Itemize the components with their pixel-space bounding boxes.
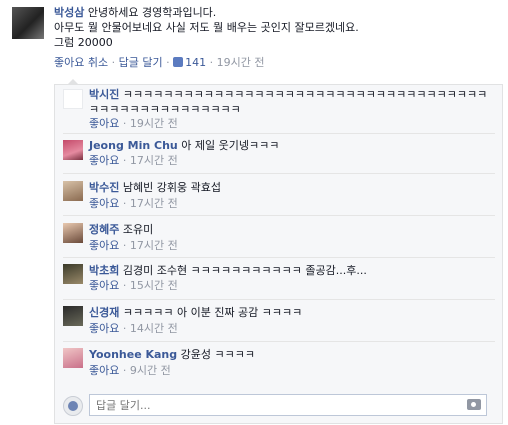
comment-body: ㅋㅋㅋㅋㅋㅋㅋㅋㅋㅋㅋㅋㅋㅋㅋㅋㅋㅋㅋㅋㅋㅋㅋㅋㅋㅋㅋㅋㅋㅋㅋㅋㅋㅋㅋㅋㅋㅋㅋㅋ… bbox=[89, 88, 488, 116]
comment-text: 박초희 김경미 조수현 ㅋㅋㅋㅋㅋㅋㅋㅋㅋㅋㅋ 졸공감...후... bbox=[89, 263, 491, 278]
separator: · bbox=[119, 364, 130, 377]
comment-meta: 좋아요 · 17시간 전 bbox=[89, 239, 178, 253]
comment-time[interactable]: 19시간 전 bbox=[130, 117, 178, 130]
comment-time[interactable]: 17시간 전 bbox=[130, 197, 178, 210]
comment-body: 남혜빈 강휘웅 곽효섭 bbox=[119, 181, 221, 194]
separator: · bbox=[119, 117, 130, 130]
commenter-name[interactable]: 박시진 bbox=[89, 88, 119, 101]
commenter-name[interactable]: 박수진 bbox=[89, 181, 119, 194]
comment-like-link[interactable]: 좋아요 bbox=[89, 197, 119, 210]
post-text-line1: 박성삼 안녕하세요 경영학과입니다. bbox=[54, 5, 504, 20]
separator: · bbox=[119, 239, 130, 252]
post-author-avatar[interactable] bbox=[12, 7, 44, 39]
comment-time[interactable]: 17시간 전 bbox=[130, 154, 178, 167]
post-actions: 좋아요 취소 · 답글 달기 · 141 · 19시간 전 bbox=[54, 56, 504, 70]
comment-like-link[interactable]: 좋아요 bbox=[89, 364, 119, 377]
comment: 박초희 김경미 조수현 ㅋㅋㅋㅋㅋㅋㅋㅋㅋㅋㅋ 졸공감...후... 좋아요 ·… bbox=[63, 257, 495, 296]
commenter-avatar[interactable] bbox=[63, 89, 83, 109]
commenter-avatar[interactable] bbox=[63, 306, 83, 326]
comment-meta: 좋아요 · 14시간 전 bbox=[89, 322, 178, 336]
commenter-name[interactable]: 박초희 bbox=[89, 264, 119, 277]
comment-body: 강윤성 ㅋㅋㅋㅋ bbox=[177, 348, 255, 361]
separator: · bbox=[119, 154, 130, 167]
comment-like-link[interactable]: 좋아요 bbox=[89, 279, 119, 292]
post-text: 안녕하세요 경영학과입니다. bbox=[84, 6, 217, 19]
separator: · bbox=[108, 56, 119, 69]
camera-icon[interactable] bbox=[467, 399, 481, 410]
commenter-name[interactable]: Jeong Min Chu bbox=[89, 139, 178, 152]
commenter-avatar[interactable] bbox=[63, 181, 83, 201]
separator: · bbox=[119, 279, 130, 292]
comment-like-link[interactable]: 좋아요 bbox=[89, 322, 119, 335]
comment-meta: 좋아요 · 9시간 전 bbox=[89, 364, 171, 378]
comment-like-link[interactable]: 좋아요 bbox=[89, 239, 119, 252]
comment-time[interactable]: 14시간 전 bbox=[130, 322, 178, 335]
comments-panel: 박시진 ㅋㅋㅋㅋㅋㅋㅋㅋㅋㅋㅋㅋㅋㅋㅋㅋㅋㅋㅋㅋㅋㅋㅋㅋㅋㅋㅋㅋㅋㅋㅋㅋㅋㅋㅋㅋ… bbox=[54, 79, 503, 424]
comment-body: 아 제일 웃기넹ㅋㅋㅋ bbox=[177, 139, 280, 152]
post-body: 박성삼 안녕하세요 경영학과입니다. 아무도 뭘 안물어보네요 사실 저도 뭘 … bbox=[54, 5, 504, 70]
comment: 신경재 ㅋㅋㅋㅋㅋ 아 이분 진짜 공감 ㅋㅋㅋㅋ 좋아요 · 14시간 전 bbox=[63, 299, 495, 340]
comment-text: 박시진 ㅋㅋㅋㅋㅋㅋㅋㅋㅋㅋㅋㅋㅋㅋㅋㅋㅋㅋㅋㅋㅋㅋㅋㅋㅋㅋㅋㅋㅋㅋㅋㅋㅋㅋㅋㅋ… bbox=[89, 87, 491, 117]
comment-meta: 좋아요 · 17시간 전 bbox=[89, 154, 178, 168]
commenter-avatar[interactable] bbox=[63, 140, 83, 160]
comment-body: 김경미 조수현 ㅋㅋㅋㅋㅋㅋㅋㅋㅋㅋㅋ 졸공감...후... bbox=[119, 264, 367, 277]
comment: 정혜주 조유미 좋아요 · 17시간 전 bbox=[63, 215, 495, 256]
post-text-line2: 아무도 뭘 안물어보네요 사실 저도 뭘 배우는 곳인지 잘모르겠네요. bbox=[54, 21, 359, 34]
commenter-name[interactable]: Yoonhee Kang bbox=[89, 348, 177, 361]
separator: · bbox=[206, 56, 217, 69]
unlike-link[interactable]: 좋아요 취소 bbox=[54, 56, 108, 69]
comment-meta: 좋아요 · 19시간 전 bbox=[89, 117, 178, 131]
comment-time[interactable]: 15시간 전 bbox=[130, 279, 178, 292]
like-count[interactable]: 141 bbox=[173, 56, 206, 69]
comment: 박수진 남혜빈 강휘웅 곽효섭 좋아요 · 17시간 전 bbox=[63, 173, 495, 214]
comment-text: 박수진 남혜빈 강휘웅 곽효섭 bbox=[89, 180, 491, 195]
thumbs-up-icon bbox=[173, 57, 184, 67]
separator: · bbox=[119, 322, 130, 335]
comment-meta: 좋아요 · 17시간 전 bbox=[89, 197, 178, 211]
comment-like-link[interactable]: 좋아요 bbox=[89, 117, 119, 130]
comment-time[interactable]: 17시간 전 bbox=[130, 239, 178, 252]
comment-meta: 좋아요 · 15시간 전 bbox=[89, 279, 178, 293]
commenter-name[interactable]: 정혜주 bbox=[89, 223, 119, 236]
separator: · bbox=[162, 56, 174, 69]
comment-text: 신경재 ㅋㅋㅋㅋㅋ 아 이분 진짜 공감 ㅋㅋㅋㅋ bbox=[89, 305, 491, 320]
comment: 박시진 ㅋㅋㅋㅋㅋㅋㅋㅋㅋㅋㅋㅋㅋㅋㅋㅋㅋㅋㅋㅋㅋㅋㅋㅋㅋㅋㅋㅋㅋㅋㅋㅋㅋㅋㅋㅋ… bbox=[63, 87, 495, 131]
comment-time[interactable]: 9시간 전 bbox=[130, 364, 171, 377]
comment-like-link[interactable]: 좋아요 bbox=[89, 154, 119, 167]
comment-text: Yoonhee Kang 강윤성 ㅋㅋㅋㅋ bbox=[89, 347, 491, 362]
comment-text: Jeong Min Chu 아 제일 웃기넹ㅋㅋㅋ bbox=[89, 138, 491, 153]
post-time[interactable]: 19시간 전 bbox=[217, 56, 265, 69]
user-avatar-icon bbox=[63, 396, 83, 416]
reply-box bbox=[63, 394, 491, 418]
post-text-line3: 그럼 20000 bbox=[54, 36, 113, 49]
post-author-name[interactable]: 박성삼 bbox=[54, 6, 84, 19]
comment-text: 정혜주 조유미 bbox=[89, 222, 491, 237]
comment: Yoonhee Kang 강윤성 ㅋㅋㅋㅋ 좋아요 · 9시간 전 bbox=[63, 341, 495, 390]
separator: · bbox=[119, 197, 130, 210]
commenter-avatar[interactable] bbox=[63, 264, 83, 284]
reply-input[interactable] bbox=[89, 394, 487, 416]
commenter-avatar[interactable] bbox=[63, 223, 83, 243]
commenter-name[interactable]: 신경재 bbox=[89, 306, 119, 319]
like-count-value: 141 bbox=[185, 56, 207, 69]
comment-body: 조유미 bbox=[119, 223, 154, 236]
comment-body: ㅋㅋㅋㅋㅋ 아 이분 진짜 공감 ㅋㅋㅋㅋ bbox=[119, 306, 303, 319]
comment: Jeong Min Chu 아 제일 웃기넹ㅋㅋㅋ 좋아요 · 17시간 전 bbox=[63, 133, 495, 172]
reply-link[interactable]: 답글 달기 bbox=[119, 56, 163, 69]
commenter-avatar[interactable] bbox=[63, 348, 83, 368]
